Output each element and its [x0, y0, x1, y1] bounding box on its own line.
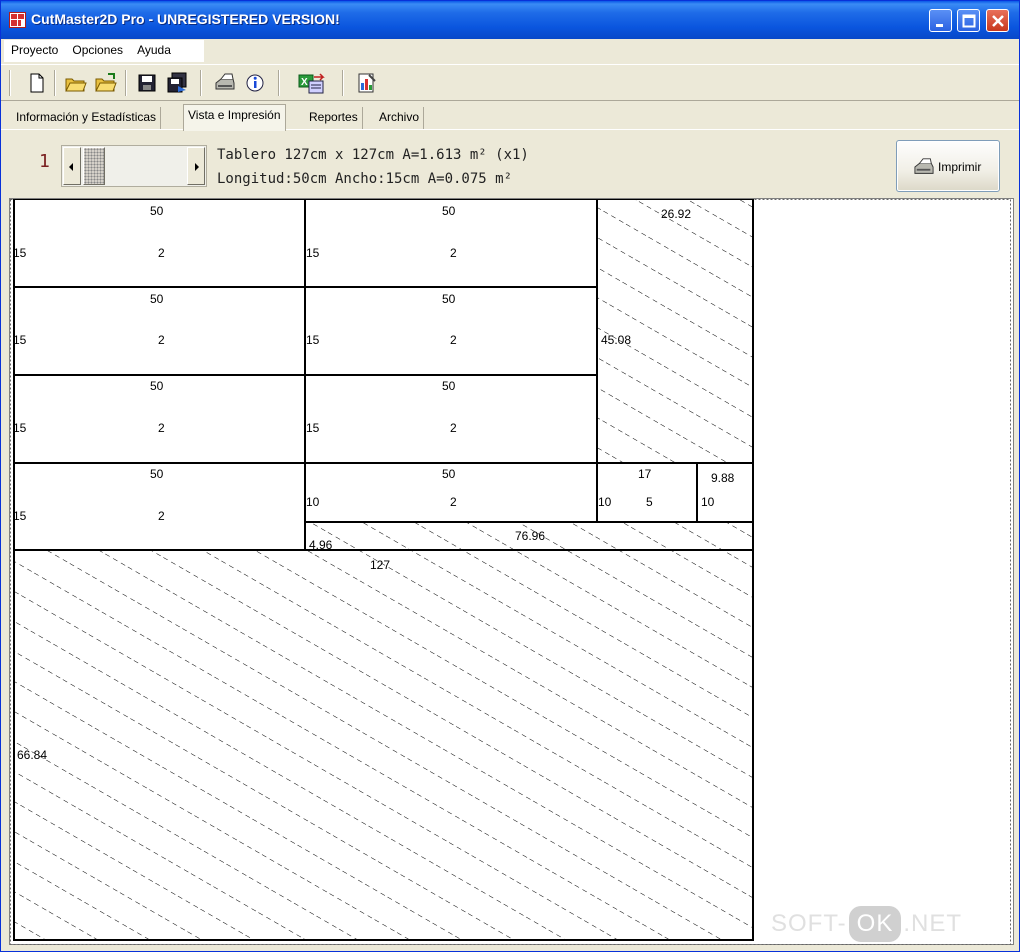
piece-id-label: 2 — [450, 421, 457, 435]
toolbar-separator — [9, 70, 11, 96]
menu-opciones[interactable]: Opciones — [65, 40, 130, 62]
piece-height-label: 15 — [306, 333, 320, 347]
arrow-left-icon — [69, 163, 73, 171]
cutting-canvas[interactable]: 50 15 2 50 15 2 50 15 2 50 15 2 50 15 2 … — [9, 198, 1014, 945]
piece-width-label: 50 — [150, 204, 164, 218]
svg-text:X: X — [301, 77, 308, 88]
piece-id-label: 2 — [158, 509, 165, 523]
export-excel-icon[interactable]: X — [297, 71, 327, 95]
piece-width-label: 50 — [150, 379, 164, 393]
toolbar-separator — [278, 70, 280, 96]
piece-width-label: 17 — [638, 467, 652, 481]
minimize-icon — [936, 24, 943, 27]
toolbar-separator — [125, 70, 127, 96]
toolbar-separator — [342, 70, 344, 96]
waste-right-top — [596, 199, 754, 464]
board-info: Tablero 127cm x 127cm A=1.613 m² (x1) — [217, 147, 529, 163]
piece-height-label: 10 — [598, 495, 612, 509]
piece-width-label: 50 — [442, 292, 456, 306]
printer-icon — [914, 158, 934, 174]
waste-width-label: 76.96 — [515, 529, 545, 543]
waste-bottom — [13, 549, 754, 941]
menu-bar: Proyecto Opciones Ayuda — [1, 39, 1019, 63]
piece-width-label: 9.88 — [711, 471, 735, 485]
menu-proyecto[interactable]: Proyecto — [4, 40, 65, 62]
save-all-icon[interactable] — [165, 71, 189, 95]
watermark: SOFT- OK .NET — [771, 906, 962, 948]
tab-informacion[interactable]: Información y Estadísticas — [12, 107, 162, 129]
toolbar-separator — [200, 70, 202, 96]
piece-height-label: 15 — [306, 421, 320, 435]
piece-id-label: 2 — [450, 495, 457, 509]
piece-height-label: 15 — [13, 246, 27, 260]
waste-width-label: 26.92 — [661, 207, 691, 221]
toolbar: X — [1, 64, 1019, 101]
piece-height-label: 15 — [13, 421, 27, 435]
piece-id-label: 2 — [158, 333, 165, 347]
piece-height-label: 15 — [13, 509, 27, 523]
piece-id-label: 2 — [450, 333, 457, 347]
waste-height-label: 66.84 — [17, 748, 47, 762]
waste-height-label: 4.96 — [309, 538, 333, 552]
watermark-ok: OK — [848, 906, 902, 942]
page-scrollbar[interactable] — [61, 145, 207, 187]
maximize-button[interactable] — [957, 9, 980, 32]
piece-id-label: 2 — [158, 246, 165, 260]
piece-height-label: 10 — [306, 495, 320, 509]
arrow-right-icon — [195, 163, 199, 171]
scroll-left-button[interactable] — [63, 147, 81, 185]
waste-width-label: 127 — [370, 558, 390, 572]
title-bar[interactable]: CutMaster2D Pro - UNREGISTERED VERSION! — [1, 1, 1019, 39]
piece-width-label: 50 — [150, 467, 164, 481]
maximize-icon — [962, 14, 976, 28]
window-title: CutMaster2D Pro - UNREGISTERED VERSION! — [31, 11, 340, 27]
scroll-right-button[interactable] — [187, 147, 205, 185]
tab-strip: Información y Estadísticas Vista e Impre… — [1, 102, 1019, 131]
watermark-left: SOFT- — [771, 910, 847, 937]
close-button[interactable] — [986, 9, 1009, 32]
open-folder-icon[interactable] — [64, 71, 88, 95]
watermark-right: .NET — [903, 910, 963, 937]
open-folder-arrow-icon[interactable] — [94, 71, 118, 95]
cutting-sheet: 50 15 2 50 15 2 50 15 2 50 15 2 50 15 2 … — [10, 199, 1011, 945]
piece-id-label: 5 — [646, 495, 653, 509]
piece-id-label: 2 — [158, 421, 165, 435]
print-button[interactable]: Imprimir — [896, 140, 1000, 192]
info-icon[interactable] — [243, 71, 267, 95]
page-number: 1 — [39, 151, 50, 172]
app-window: CutMaster2D Pro - UNREGISTERED VERSION! … — [0, 0, 1020, 952]
print-button-label: Imprimir — [938, 160, 982, 174]
new-file-icon[interactable] — [25, 71, 49, 95]
piece-height-label: 10 — [701, 495, 715, 509]
report-icon[interactable] — [355, 71, 379, 95]
scroll-thumb[interactable] — [83, 147, 105, 185]
waste-height-label: 45.08 — [601, 333, 631, 347]
tab-archivo[interactable]: Archivo — [375, 107, 425, 129]
piece-id-label: 2 — [450, 246, 457, 260]
view-header: 1 Tablero 127cm x 127cm A=1.613 m² (x1) … — [1, 131, 1019, 197]
piece-width-label: 50 — [442, 467, 456, 481]
minimize-button[interactable] — [929, 9, 952, 32]
print-icon[interactable] — [213, 71, 237, 95]
toolbar-separator — [54, 70, 56, 96]
save-icon[interactable] — [135, 71, 159, 95]
app-icon — [9, 12, 26, 28]
piece-width-label: 50 — [150, 292, 164, 306]
menu-ayuda[interactable]: Ayuda — [130, 40, 178, 62]
piece-width-label: 50 — [442, 379, 456, 393]
tab-vista-impresion[interactable]: Vista e Impresión — [183, 104, 286, 131]
piece-height-label: 15 — [306, 246, 320, 260]
piece-info: Longitud:50cm Ancho:15cm A=0.075 m² — [217, 171, 513, 187]
tab-reportes[interactable]: Reportes — [305, 107, 363, 129]
piece-width-label: 50 — [442, 204, 456, 218]
piece-height-label: 15 — [13, 333, 27, 347]
close-icon — [992, 15, 1004, 27]
